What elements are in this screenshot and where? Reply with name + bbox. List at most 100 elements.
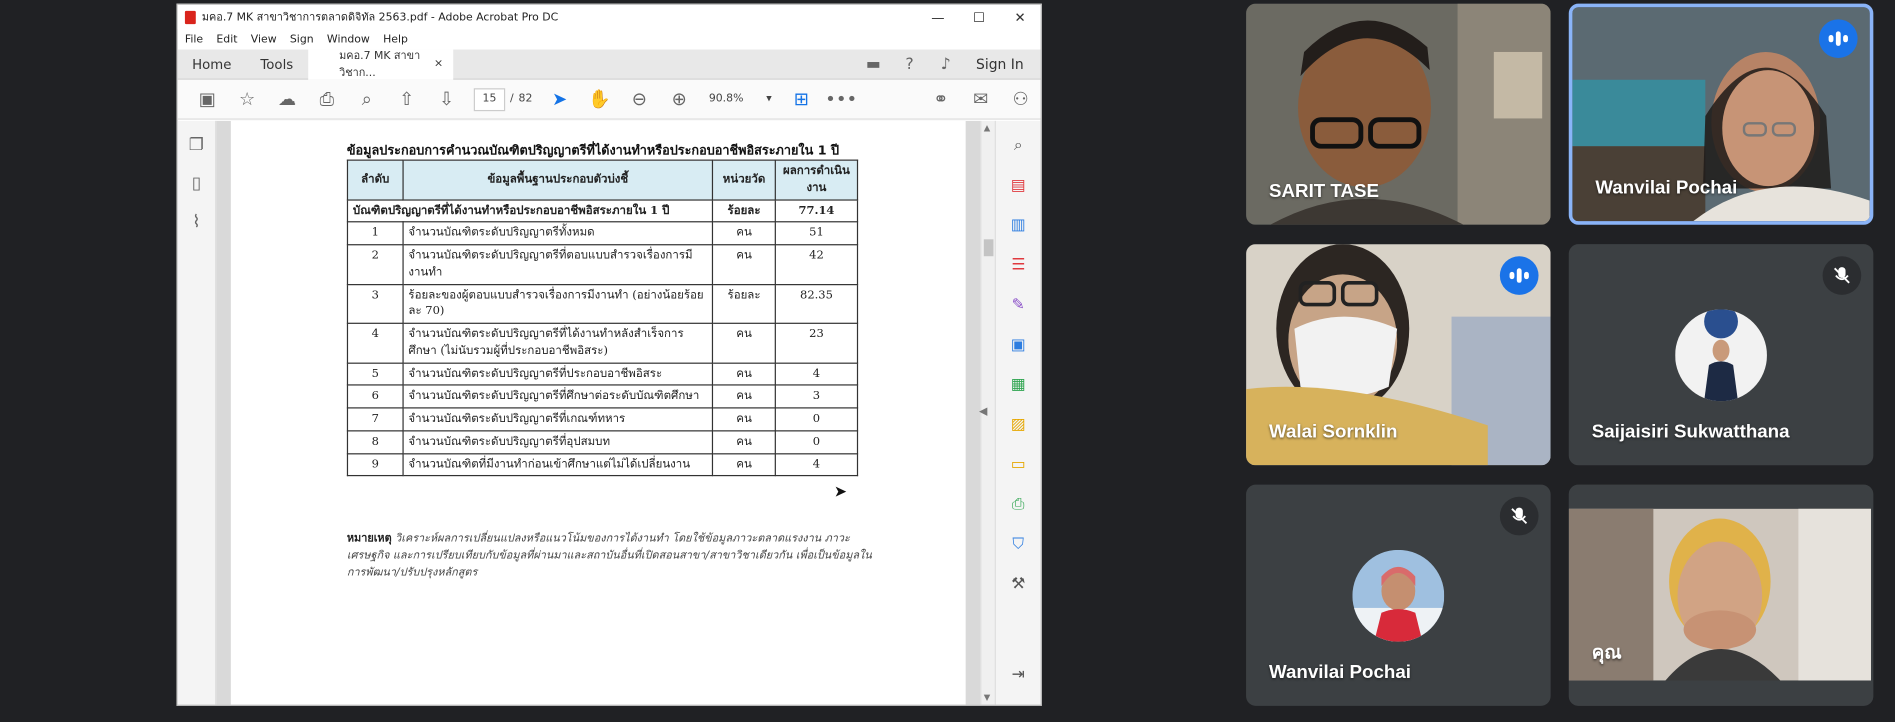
menu-view[interactable]: View	[251, 33, 277, 45]
save-icon[interactable]: ▣	[187, 88, 227, 110]
participant-name: คุณ	[1591, 642, 1622, 664]
table-row: 7 จำนวนบัณฑิตระดับปริญญาตรีที่เกณฑ์ทหาร คน…	[346, 407, 859, 432]
notification-bell-icon[interactable]: ♪	[928, 55, 964, 73]
table-cell-desc: จำนวนบัณฑิตระดับปริญญาตรีที่อุปสมบท	[402, 430, 714, 455]
speaking-indicator-icon	[1818, 19, 1858, 59]
summary-value: 77.14	[774, 198, 859, 223]
table-cell-desc: จำนวนบัณฑิตระดับปริญญาตรีที่เกณฑ์ทหาร	[402, 407, 714, 432]
comment-tool-icon[interactable]: ▭	[1011, 452, 1026, 479]
speaking-indicator-icon	[1499, 256, 1539, 295]
tab-bar: Home Tools มคอ.7 MK สาขาวิชาก... × ▬ ? ♪…	[177, 48, 1041, 80]
help-icon[interactable]: ?	[891, 55, 927, 73]
tools-pane: ◀ ⌕ ▤ ▥ ☰ ✎ ▣ ▦ ▨ ▭ ⎙ ⛉ ⚒ ⇥	[979, 120, 1041, 705]
bookmarks-icon[interactable]: ▯	[192, 174, 201, 193]
participant-tile-active[interactable]: Wanvilai Pochai	[1568, 3, 1874, 225]
scroll-up-icon[interactable]: ▲	[984, 123, 991, 133]
more-tools-icon[interactable]: ⚒	[1011, 572, 1025, 599]
note: หมายเหตุ วิเคราะห์ผลการเปลี่ยนแปลงหรือแน…	[347, 532, 879, 583]
participant-name: SARIT TASE	[1269, 181, 1380, 202]
create-pdf-icon[interactable]: ▤	[1011, 173, 1026, 200]
participant-tile-self[interactable]: คุณ	[1568, 484, 1874, 706]
scrollbar-thumb[interactable]	[983, 239, 994, 257]
table-cell-unit: คน	[712, 221, 777, 246]
window-title: มคอ.7 MK สาขาวิชาการตลาดดิจิทัล 2563.pdf…	[201, 12, 559, 25]
previous-page-icon[interactable]: ⇧	[387, 88, 427, 110]
close-tab-icon[interactable]: ×	[434, 58, 443, 70]
menu-sign[interactable]: Sign	[290, 33, 314, 45]
table-cell-unit: คน	[712, 452, 777, 477]
export-pdf-icon[interactable]: ▥	[1011, 213, 1026, 240]
table-cell-unit: ร้อยละ	[712, 283, 777, 325]
collapse-tools-pane-icon[interactable]: ◀	[979, 406, 987, 418]
table-cell-desc: จำนวนบัณฑิตที่มีงานทำก่อนเข้าศึกษาแต่ไม่…	[402, 452, 714, 477]
column-header: ข้อมูลพื้นฐานประกอบตัวบ่งชี้	[402, 159, 714, 201]
table-cell-desc: ร้อยละของผู้ตอบแบบสำรวจเรื่องการมีงานทำ …	[402, 283, 714, 325]
tab-home[interactable]: Home	[178, 56, 246, 72]
table-cell-no: 4	[346, 322, 404, 364]
page-number-input[interactable]: 15	[473, 87, 506, 111]
tab-document[interactable]: มคอ.7 MK สาขาวิชาก... ×	[307, 48, 453, 80]
zoom-search-icon[interactable]: ⌕	[347, 88, 387, 110]
tab-tools[interactable]: Tools	[246, 56, 308, 72]
print-icon[interactable]: ⎙	[307, 88, 347, 110]
table-cell-value: 23	[774, 322, 859, 364]
table-cell-value: 0	[774, 407, 859, 432]
compress-icon[interactable]: ▦	[1011, 372, 1026, 399]
participant-tile[interactable]: Walai Sornklin	[1246, 244, 1551, 466]
scroll-down-icon[interactable]: ▼	[984, 693, 991, 703]
column-header: หน่วยวัด	[712, 159, 777, 201]
menu-help[interactable]: Help	[383, 33, 408, 45]
participant-tile[interactable]: Saijaisiri Sukwatthana	[1568, 244, 1874, 466]
menu-window[interactable]: Window	[327, 33, 370, 45]
upload-cloud-icon[interactable]: ☁	[267, 88, 307, 110]
add-user-icon[interactable]: ⚇	[1001, 88, 1041, 110]
table-cell-no: 3	[346, 283, 404, 325]
comment-icon[interactable]: ▬	[855, 55, 891, 73]
next-page-icon[interactable]: ⇩	[427, 88, 467, 110]
shield-icon[interactable]: ⛉	[1012, 532, 1024, 559]
organize-pages-icon[interactable]: ☰	[1011, 253, 1025, 280]
bookmark-star-icon[interactable]: ☆	[227, 88, 267, 110]
participant-tile[interactable]: Wanvilai Pochai	[1246, 484, 1551, 706]
zoom-in-icon[interactable]: ⊕	[659, 88, 699, 110]
menu-file[interactable]: File	[185, 33, 203, 45]
mouse-cursor-icon: ➤	[833, 483, 848, 502]
document-view[interactable]: ข้อมูลประกอบการคำนวณบัณฑิตปริญญาตรีที่ได…	[216, 120, 981, 705]
email-icon[interactable]: ✉	[961, 88, 1001, 110]
table-cell-desc: จำนวนบัณฑิตระดับปริญญาตรีที่ได้งานทำหลัง…	[402, 322, 714, 364]
attachments-icon[interactable]: ⌇	[192, 213, 200, 232]
pages-thumbnail-icon[interactable]: ❐	[189, 135, 204, 154]
minimize-button[interactable]: —	[917, 9, 958, 25]
edit-pdf-icon[interactable]: ▣	[1011, 332, 1026, 359]
zoom-value: 90.8%	[708, 93, 744, 106]
participant-tile[interactable]: SARIT TASE	[1246, 3, 1551, 225]
sign-in-button[interactable]: Sign In	[964, 56, 1041, 73]
select-cursor-icon[interactable]: ➤	[540, 88, 580, 110]
table-row: 2 จำนวนบัณฑิตระดับปริญญาตรีที่ตอบแบบสำรวจ…	[346, 244, 859, 285]
close-window-button[interactable]: ✕	[1000, 9, 1041, 25]
pdf-page: ข้อมูลประกอบการคำนวณบัณฑิตปริญญาตรีที่ได…	[230, 120, 966, 705]
zoom-select[interactable]: 90.8% ▾	[709, 93, 772, 105]
page-navigator: 15 / 82	[473, 87, 532, 111]
protect-icon[interactable]: ▨	[1011, 412, 1026, 439]
enhance-scan-icon[interactable]: ⌕	[1014, 133, 1023, 160]
pdf-file-icon	[184, 10, 196, 24]
expand-panel-icon[interactable]: ⇥	[1012, 662, 1025, 689]
table-cell-no: 1	[346, 221, 404, 246]
zoom-out-icon[interactable]: ⊖	[619, 88, 659, 110]
tab-document-label: มคอ.7 MK สาขาวิชาก...	[339, 50, 421, 80]
table-row: 9 จำนวนบัณฑิตที่มีงานทำก่อนเข้าศึกษาแต่ไม…	[346, 452, 859, 477]
table-cell-no: 2	[346, 244, 404, 285]
window-titlebar: มคอ.7 MK สาขาวิชาการตลาดดิจิทัล 2563.pdf…	[177, 4, 1041, 30]
avatar	[1352, 549, 1445, 642]
table-cell-unit: คน	[712, 244, 777, 285]
fit-page-icon[interactable]: ⊞	[781, 88, 821, 110]
participant-name: Wanvilai Pochai	[1595, 177, 1738, 199]
maximize-button[interactable]: ☐	[958, 9, 999, 25]
menu-edit[interactable]: Edit	[216, 33, 237, 45]
fill-sign-icon[interactable]: ✎	[1012, 292, 1025, 319]
hand-tool-icon[interactable]: ✋	[580, 88, 620, 110]
share-link-icon[interactable]: ⚭	[921, 88, 961, 110]
more-options-icon[interactable]: •••	[821, 88, 861, 110]
print-production-icon[interactable]: ⎙	[1012, 492, 1025, 519]
